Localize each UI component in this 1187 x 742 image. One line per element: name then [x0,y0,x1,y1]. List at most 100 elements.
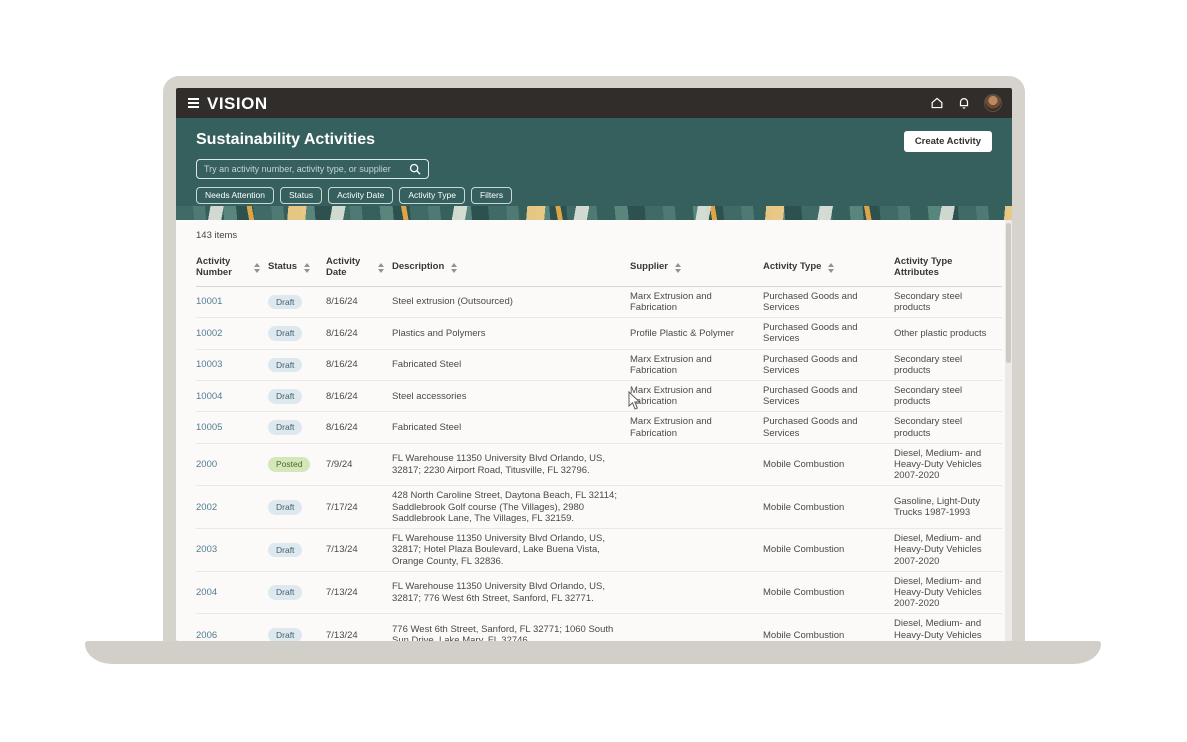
table-row[interactable]: 2002 Draft7/17/24428 North Caroline Stree… [196,486,1002,529]
activity-number-link[interactable]: 10002 [196,328,222,339]
home-icon[interactable] [930,96,944,110]
description-cell: 428 North Caroline Street, Daytona Beach… [392,486,630,529]
description-cell: FL Warehouse 11350 University Blvd Orlan… [392,571,630,614]
table-row[interactable]: 2003Draft7/13/24FL Warehouse 11350 Unive… [196,529,1002,572]
activities-table: Activity Number Status Activity DateDescri… [196,250,1002,641]
status-badge: Draft [268,358,302,373]
supplier-cell: Profile Plastic & Polymer [630,318,763,349]
activity-number-link[interactable]: 10003 [196,359,222,370]
activity-type-attributes-cell: Secondary steel products [894,412,1002,443]
status-badge: Draft [268,326,302,341]
activity-type-cell: Purchased Goods and Services [763,286,894,317]
description-cell: Fabricated Steel [392,412,630,443]
column-header[interactable]: Status [268,250,326,286]
column-header-label: Activity Number [196,257,247,279]
leaf-banner [176,206,1012,220]
column-header[interactable]: Activity Type [763,250,894,286]
supplier-cell [630,486,763,529]
status-cell: Draft [268,286,326,317]
activity-type-attributes-cell: Gasoline, Light-Duty Trucks 1987-1993 [894,486,1002,529]
activity-type-cell: Mobile Combustion [763,571,894,614]
activity-number-link[interactable]: 2006 [196,630,217,641]
table-row[interactable]: 10003 Draft 8/16/24Fabricated SteelMarx Ex… [196,349,1002,380]
table-row[interactable]: 2000Posted7/9/24FL Warehouse 11350 Unive… [196,443,1002,486]
search-icon[interactable] [409,163,421,175]
column-header[interactable]: Description [392,250,630,286]
activity-type-attributes-cell: Diesel, Medium- and Heavy-Duty Vehicles … [894,529,1002,572]
status-badge: Draft [268,628,302,641]
notifications-bell-icon[interactable] [957,96,971,110]
table-row[interactable]: 10001Draft8/16/24Steel extrusion (Outsou… [196,286,1002,317]
activity-number-cell: 2003 [196,529,268,572]
filter-chip[interactable]: Needs Attention [196,187,274,204]
activity-number-cell: 2002 [196,486,268,529]
activity-number-link[interactable]: 2004 [196,587,217,598]
laptop-base [85,641,1101,664]
activity-number-link[interactable]: 10004 [196,391,222,402]
column-header: Activity Type Attributes [894,250,1002,286]
create-activity-button[interactable]: Create Activity [904,131,992,152]
description-cell: 776 West 6th Street, Sanford, FL 32771; … [392,614,630,641]
sort-icon[interactable] [675,263,681,273]
activity-type-cell: Mobile Combustion [763,486,894,529]
column-header[interactable]: Activity Number [196,250,268,286]
filter-chip[interactable]: Status [280,187,322,204]
laptop-frame: VISION Create Activity Sustainability Ac… [163,76,1025,641]
activity-type-cell: Purchased Goods and Services [763,318,894,349]
column-header[interactable]: Supplier [630,250,763,286]
supplier-cell: Marx Extrusion and Fabrication [630,381,763,412]
vertical-scrollbar[interactable] [1005,220,1012,641]
search-input[interactable] [204,164,409,174]
search-box[interactable] [196,159,429,179]
status-badge: Draft [268,389,302,404]
column-header-label: Activity Type Attributes [894,257,994,279]
description-cell: Plastics and Polymers [392,318,630,349]
activity-number-link[interactable]: 10001 [196,296,222,307]
items-count: 143 items [196,230,1012,241]
activity-type-cell: Mobile Combustion [763,529,894,572]
supplier-cell [630,443,763,486]
table-row[interactable]: 10004 Draft 8/16/24Steel accessoriesMarx E… [196,381,1002,412]
column-header[interactable]: Activity Date [326,250,392,286]
activity-date-cell: 8/16/24 [326,381,392,412]
sort-icon[interactable] [451,263,457,273]
sort-icon[interactable] [378,263,384,273]
activity-number-link[interactable]: 10005 [196,422,222,433]
activity-type-attributes-cell: Secondary steel products [894,381,1002,412]
supplier-cell [630,529,763,572]
scrollbar-thumb[interactable] [1006,223,1011,363]
filter-chip[interactable]: Activity Type [399,187,465,204]
user-avatar[interactable] [984,94,1002,112]
activity-type-attributes-cell: Secondary steel products [894,286,1002,317]
status-badge: Draft [268,420,302,435]
activity-number-link[interactable]: 2002 [196,502,217,513]
page-background: VISION Create Activity Sustainability Ac… [0,0,1187,742]
sort-icon[interactable] [304,263,310,273]
activity-date-cell: 7/13/24 [326,529,392,572]
activity-date-cell: 7/17/24 [326,486,392,529]
activity-date-cell: 7/13/24 [326,571,392,614]
activity-number-link[interactable]: 2000 [196,459,217,470]
description-cell: Fabricated Steel [392,349,630,380]
table-row[interactable]: 10005Draft8/16/24Fabricated SteelMarx Ex… [196,412,1002,443]
sort-icon[interactable] [254,263,260,273]
table-header-row: Activity Number Status Activity DateDescri… [196,250,1002,286]
column-header-label: Status [268,262,297,273]
activity-date-cell: 7/13/24 [326,614,392,641]
table-row[interactable]: 10002Draft8/16/24Plastics and PolymersPr… [196,318,1002,349]
filter-chip[interactable]: Filters [471,187,512,204]
sort-icon[interactable] [828,263,834,273]
supplier-cell: Marx Extrusion and Fabrication [630,349,763,380]
column-header-label: Activity Type [763,262,821,273]
status-cell: Draft [268,486,326,529]
activity-type-attributes-cell: Diesel, Medium- and Heavy-Duty Vehicles … [894,443,1002,486]
activity-date-cell: 8/16/24 [326,349,392,380]
activity-type-cell: Purchased Goods and Services [763,412,894,443]
table-row[interactable]: 2006 Draft 7/13/24776 West 6th Street, San… [196,614,1002,641]
supplier-cell: Marx Extrusion and Fabrication [630,412,763,443]
table-row[interactable]: 2004Draft7/13/24FL Warehouse 11350 Unive… [196,571,1002,614]
activity-number-link[interactable]: 2003 [196,544,217,555]
filter-chip[interactable]: Activity Date [328,187,393,204]
hamburger-menu-icon[interactable] [188,98,199,108]
description-cell: Steel accessories [392,381,630,412]
